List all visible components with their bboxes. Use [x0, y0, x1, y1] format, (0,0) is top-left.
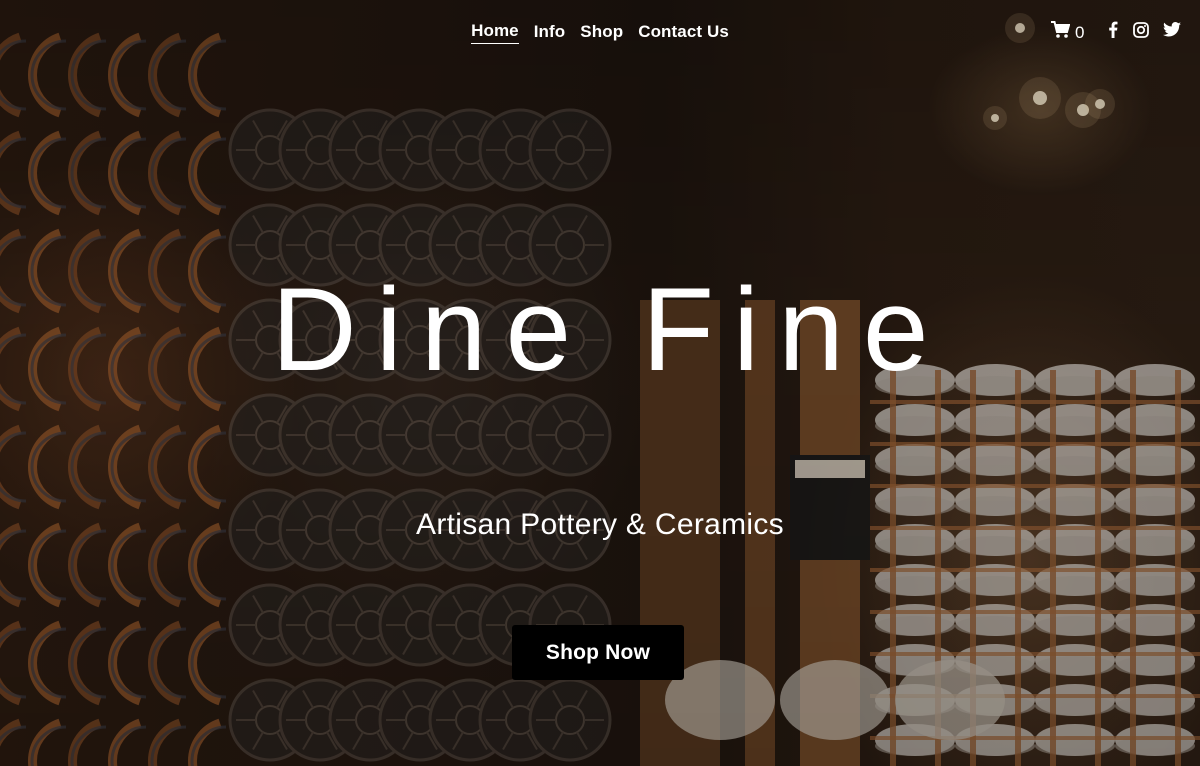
instagram-link[interactable]	[1131, 21, 1151, 43]
instagram-icon	[1133, 21, 1149, 43]
main-navigation: Home Info Shop Contact Us	[0, 20, 1200, 46]
nav-shop-link[interactable]: Shop	[580, 20, 623, 44]
twitter-link[interactable]	[1162, 22, 1182, 42]
facebook-icon	[1108, 21, 1118, 43]
cart-icon	[1051, 21, 1071, 44]
nav-contact-link[interactable]: Contact Us	[638, 20, 729, 44]
nav-home-link[interactable]: Home	[471, 20, 519, 44]
hero-subtitle: Artisan Pottery & Ceramics	[416, 508, 784, 541]
nav-info-link[interactable]: Info	[534, 20, 566, 44]
hero-title: Dine Fine	[271, 264, 948, 396]
cart-button[interactable]: 0	[1051, 21, 1084, 44]
shop-now-button[interactable]: Shop Now	[512, 625, 684, 680]
facebook-link[interactable]	[1103, 21, 1123, 43]
cart-count: 0	[1075, 22, 1085, 42]
twitter-icon	[1163, 22, 1181, 42]
nav-links: Home Info Shop Contact Us	[471, 20, 729, 44]
